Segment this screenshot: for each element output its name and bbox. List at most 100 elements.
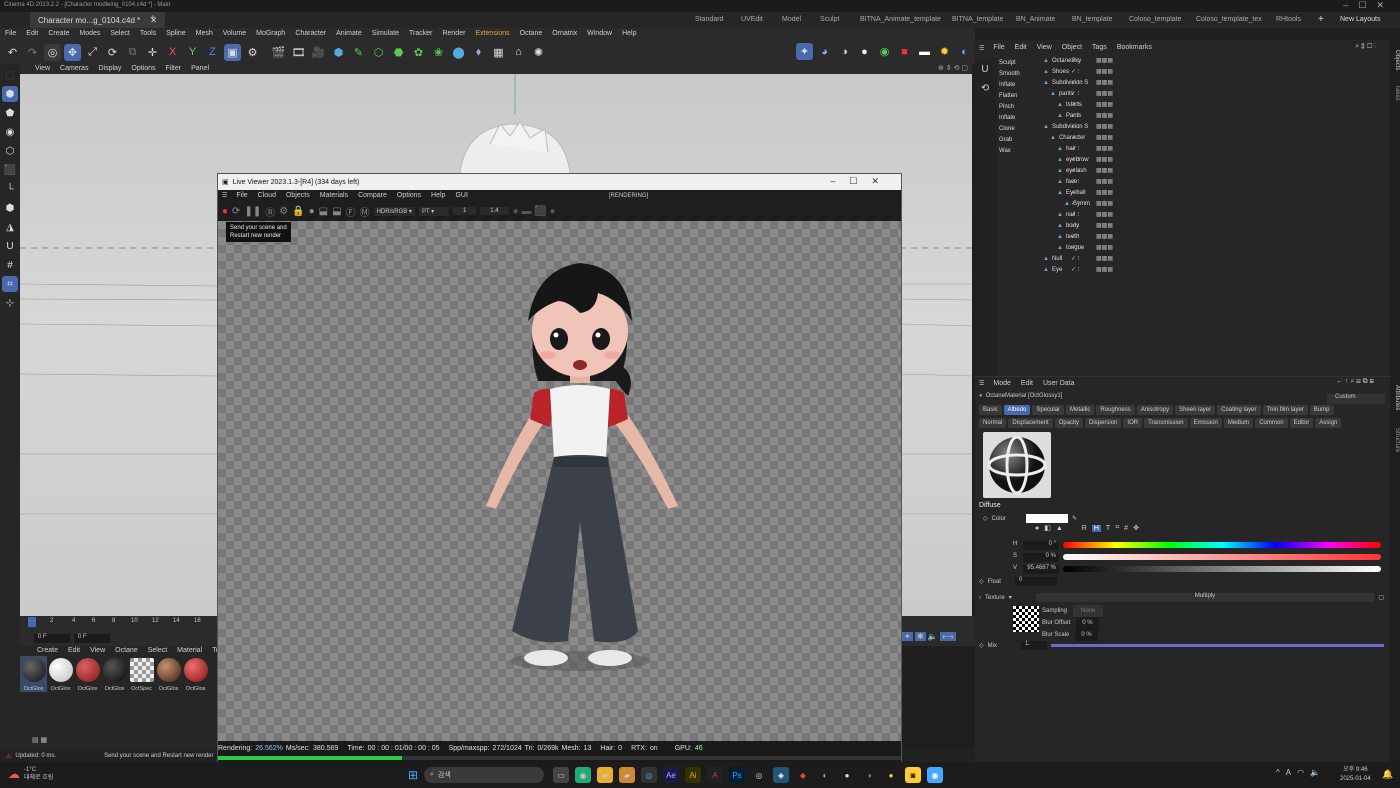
visibility-icon[interactable]: ✓ ⁝ [1071,122,1080,133]
material-preview[interactable] [983,432,1051,498]
keyframe-icon[interactable]: ✦ [902,632,913,641]
menu-spline[interactable]: Spline [161,28,190,40]
restart-icon[interactable]: ⟳ [232,206,240,217]
preset-dropdown[interactable]: Custom [1327,394,1385,404]
search-box[interactable]: ⌕ 검색 [424,767,544,783]
live-selection-icon[interactable]: ◎ [44,43,61,61]
attr-tab[interactable]: Common [1255,418,1288,428]
float-anim-icon[interactable]: ◇ [979,578,984,585]
subdivision-icon[interactable]: ⬡ [370,44,387,61]
visibility-icon[interactable]: ✓ ⁝ [1071,155,1080,166]
material-tags[interactable]: ▩▩▦ [1096,177,1113,188]
obj-menu-tags[interactable]: Tags [1087,42,1112,54]
obj-menu-object[interactable]: Object [1057,42,1087,54]
field-icon[interactable]: ❀ [430,44,447,61]
object-search-icons[interactable]: ⌕ ⇕ ▢ ⋮ [1355,43,1376,51]
texture-mode-dropdown[interactable]: Multiply [1035,593,1375,602]
blur-offset-field[interactable]: 0 % [1076,617,1099,629]
material-tags[interactable]: ▩▩▦ [1096,232,1113,243]
camera-app-icon[interactable]: ◎ [751,767,767,783]
object-row[interactable]: ▲ teeth ✓ ⁝ ▩▩▦ [1039,232,1359,243]
material-tags[interactable]: ▩▩▦ [1096,265,1113,276]
sculpt-tool[interactable]: Grab [999,135,1035,146]
attr-tab[interactable]: Emission [1189,418,1222,428]
material-tags[interactable]: ▩▩▦ [1096,155,1113,166]
lv-settings-icon[interactable]: ⚙ [279,206,288,217]
rgb-mode-button[interactable]: R [1082,525,1087,532]
menu-render[interactable]: Render [437,28,470,40]
focus-icon[interactable]: Ⓕ [346,204,356,219]
octane-settings-icon[interactable]: ✦ [796,43,813,60]
object-row[interactable]: ▲ face ✓ ⁝ ▩▩▦ [1039,177,1359,188]
octane-light-icon[interactable]: ▬ [916,43,933,60]
model-mode-icon[interactable]: ⬚ [2,67,18,83]
material-tags[interactable]: ▩▩▦ [1096,254,1113,265]
folder-icon[interactable]: ▰ [619,767,635,783]
s-slider[interactable] [1063,554,1381,560]
material-swatch[interactable]: OctGlos [155,656,182,692]
menu-tracker[interactable]: Tracker [404,28,437,40]
menu-select[interactable]: Select [105,28,134,40]
redo-icon[interactable]: ↷ [24,44,41,61]
lv-menu-help[interactable]: Help [426,190,450,202]
kernel-dropdown[interactable]: PT ▾ [418,206,449,216]
layout-tab-rhtools[interactable]: RHtools [1276,12,1301,28]
texture-menu-icon[interactable]: ▾ [1009,594,1012,601]
object-row[interactable]: ▲ Subdivision S ✓ ⁝ ▩▩▦ [1039,122,1359,133]
color-anim-icon[interactable]: ◇ [983,515,988,522]
lv-menu-options[interactable]: Options [392,190,426,202]
autokey-icon[interactable]: ✱ [914,632,926,641]
camera-icon[interactable]: ⌂ [510,44,527,61]
attr-tab[interactable]: Metallic [1066,405,1095,415]
visibility-icon[interactable]: ✓ ⁝ [1071,133,1080,144]
magnet-icon[interactable]: U [2,238,18,254]
texture-thumbnail[interactable] [1013,606,1039,632]
mixer-icon[interactable]: ✥ [1133,524,1139,532]
illustrator-icon[interactable]: Ai [685,767,701,783]
file-explorer-icon[interactable]: ▰ [597,767,613,783]
sculpt-tool[interactable]: Smooth [999,69,1035,80]
mix-anim-icon[interactable]: ◇ [979,642,984,649]
sculpt-tool[interactable]: Pinch [999,102,1035,113]
visibility-icon[interactable]: ✓ ⁝ [1071,265,1080,276]
texture-folder-icon[interactable]: ▢ [1378,594,1384,601]
menu-simulate[interactable]: Simulate [367,28,404,40]
attr-tab[interactable]: Bump [1309,405,1334,415]
attr-tab[interactable]: Anisotropy [1136,405,1174,415]
menu-mesh[interactable]: Mesh [191,28,218,40]
workplane-icon[interactable]: ⌗ [2,276,18,292]
visibility-icon[interactable]: ✓ ⁝ [1071,254,1080,265]
object-row[interactable]: ▲ Subdivision S ✓ ⁝ ▩▩▦ [1039,78,1359,89]
object-row[interactable]: ▲ Character ✓ ⁝ ▩▩▦ [1039,133,1359,144]
material-picker-icon[interactable]: Ⓜ [360,204,370,219]
attr-nav-icons[interactable]: ← ↑ ⌕ ⊟ ⧉ ⊞ [1336,378,1374,386]
render-view-icon[interactable]: 🎞 [290,44,307,61]
attr-menu-edit[interactable]: Edit [1016,378,1038,390]
visibility-icon[interactable]: ✓ ⁝ [1071,89,1080,100]
photoshop-icon[interactable]: Ps [729,767,745,783]
material-tags[interactable]: ▩▩▦ [1096,133,1113,144]
image-icon[interactable]: ▲ [1056,525,1063,532]
attr-menu-mode[interactable]: Mode [988,378,1016,390]
grid-icon[interactable]: ▦ [490,44,507,61]
visibility-icon[interactable]: ✓ ⁝ [1071,144,1080,155]
material-tags[interactable]: ▩▩▦ [1096,199,1113,210]
visibility-icon[interactable]: ✓ ⁝ [1071,210,1080,221]
lv-value2-field[interactable]: 1.4 [480,207,509,215]
sculpt-undo-icon[interactable]: ⟲ [977,80,993,96]
expand-icon[interactable]: › [979,595,981,601]
mix-slider[interactable] [1050,644,1384,647]
attr-tab[interactable]: Thin film layer [1262,405,1308,415]
task-view-icon[interactable]: ▭ [553,767,569,783]
octane-material-icon[interactable]: ◑ [836,43,853,60]
object-row[interactable]: ▲ Eyeball ✓ ⁝ ▩▩▦ [1039,188,1359,199]
object-row[interactable]: ▲ nail ✓ ⁝ ▩▩▦ [1039,210,1359,221]
visibility-icon[interactable]: ✓ ⁝ [1071,166,1080,177]
visibility-icon[interactable]: ✓ ⁝ [1071,199,1080,210]
pause-icon[interactable]: ❚❚ [244,206,261,217]
kelvin-mode-button[interactable]: T [1106,525,1110,532]
tray-font-icon[interactable]: A [1286,768,1291,777]
start-icon[interactable]: ⊞ [405,767,421,783]
object-row[interactable]: ▲ Eye ✓ ⁝ ▩▩▦ [1039,265,1359,276]
send-scene-icon[interactable]: ● [222,206,228,217]
